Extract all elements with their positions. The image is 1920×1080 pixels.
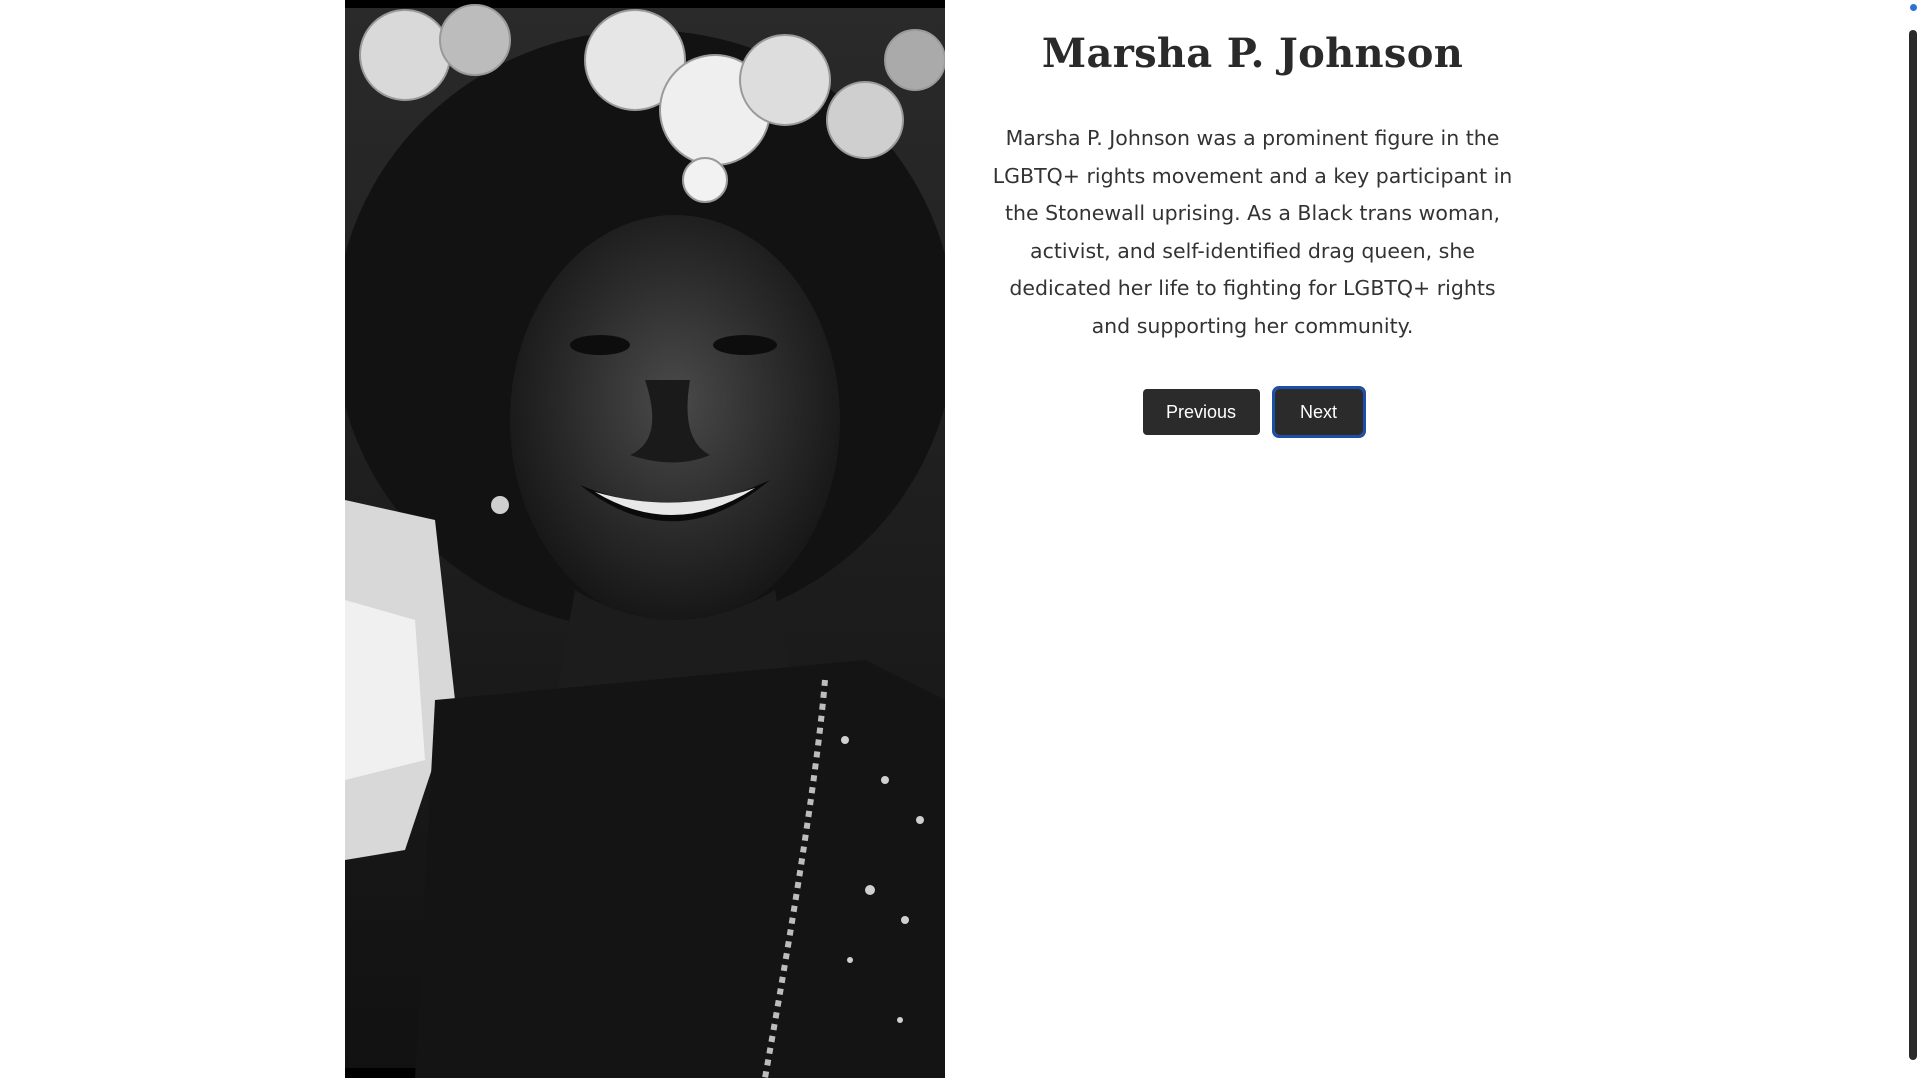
portrait-photo <box>345 0 945 1078</box>
scroll-indicator-dot <box>1910 4 1917 11</box>
person-name: Marsha P. Johnson <box>1041 30 1464 77</box>
scrollbar-thumb[interactable] <box>1909 30 1917 1060</box>
page: Marsha P. Johnson Marsha P. Johnson was … <box>0 0 1920 1080</box>
person-bio: Marsha P. Johnson was a prominent figure… <box>992 126 1513 338</box>
previous-button[interactable]: Previous <box>1142 389 1260 435</box>
next-button[interactable]: Next <box>1271 386 1366 438</box>
navigation-controls: Previous Next <box>980 386 1525 438</box>
vertical-scrollbar[interactable] <box>1903 0 1920 1080</box>
